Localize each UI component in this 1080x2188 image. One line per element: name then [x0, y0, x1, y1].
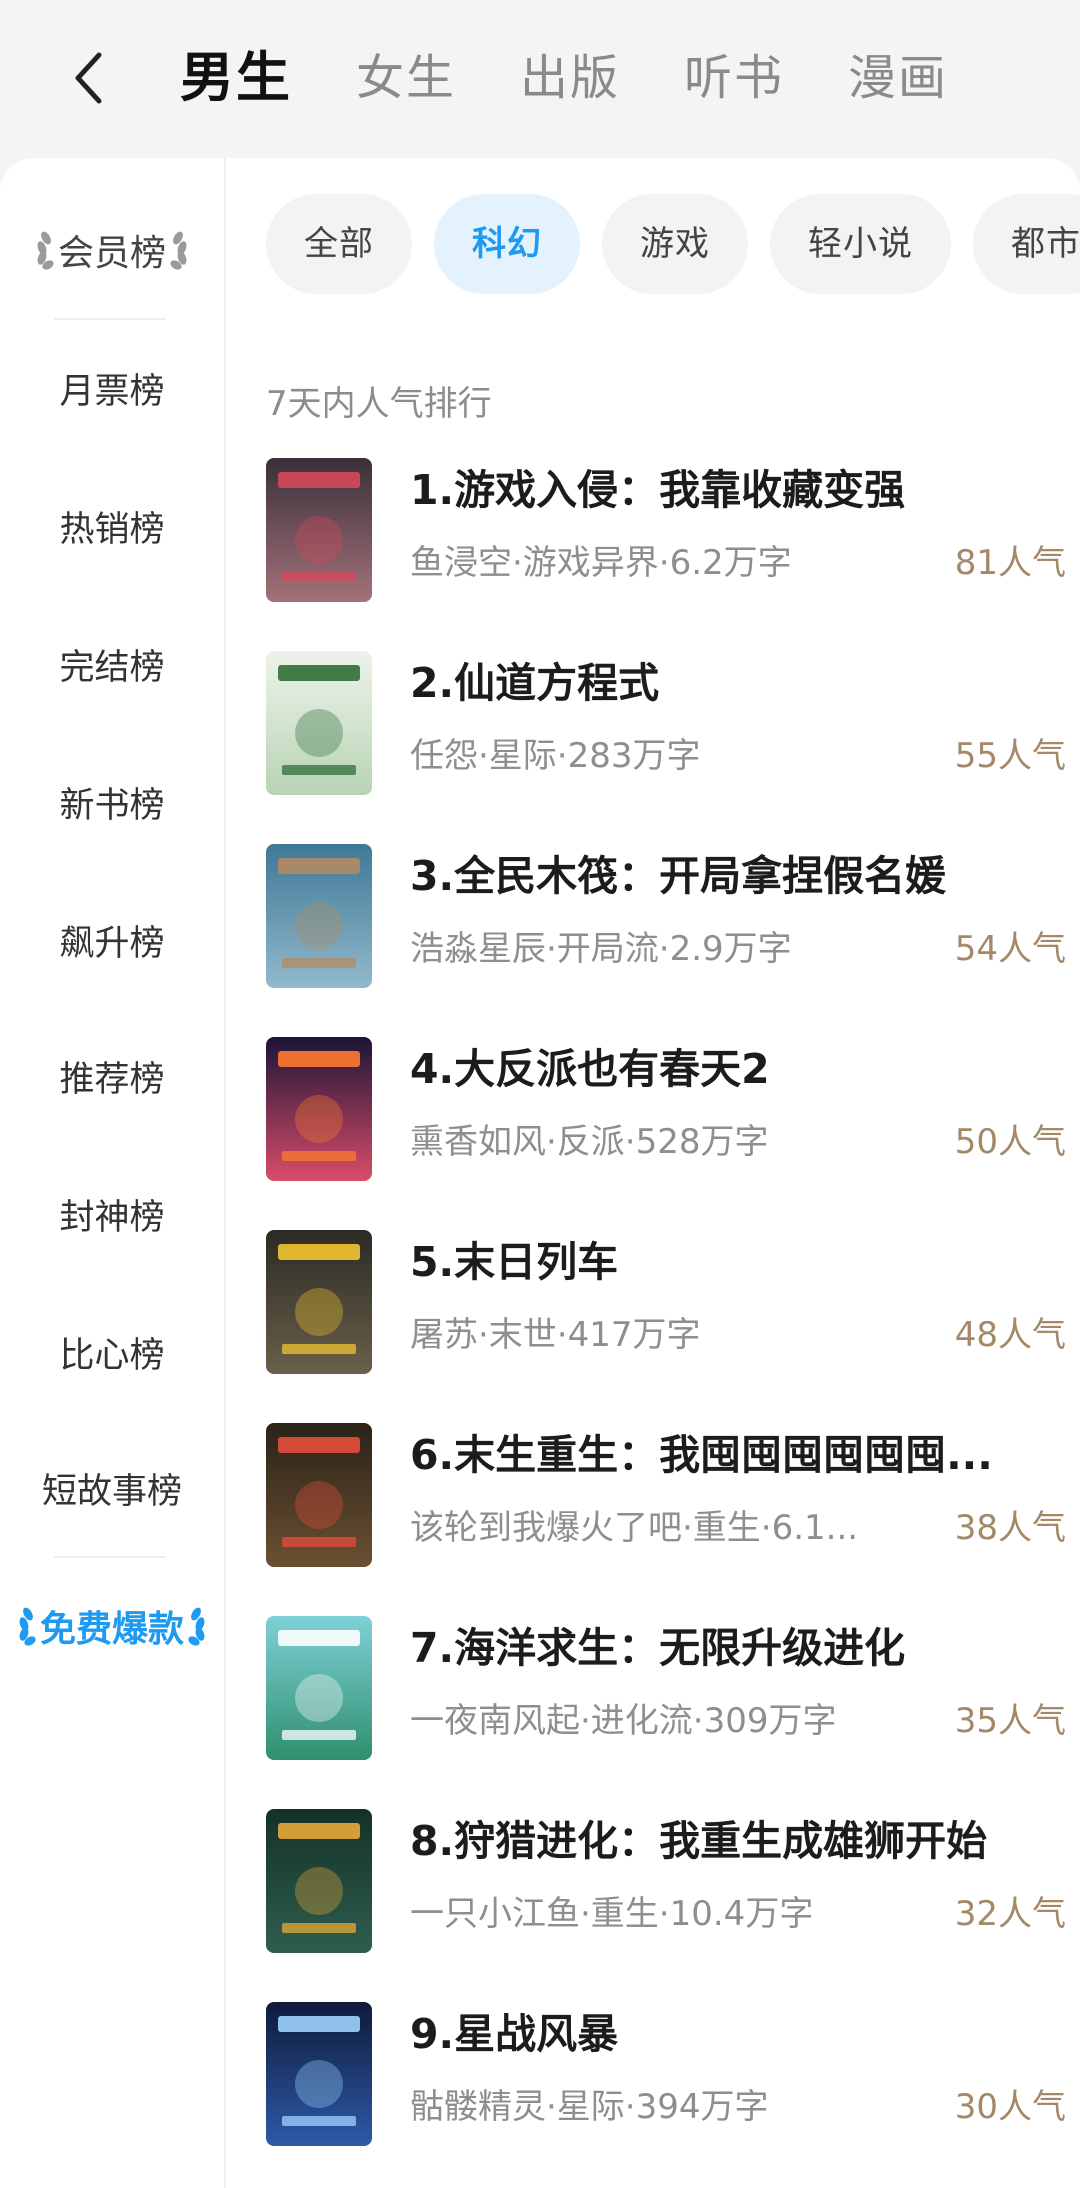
- popularity-count: 55人气: [954, 736, 1066, 776]
- chip-all[interactable]: 全部: [266, 194, 412, 294]
- back-arrow-icon[interactable]: [62, 48, 114, 108]
- book-meta: 骷髅精灵·星际·394万字: [410, 2087, 769, 2127]
- book-title: 7.海洋求生：无限升级进化: [410, 1624, 906, 1672]
- book-row[interactable]: 6.末生重生：我囤囤囤囤囤囤... 该轮到我爆火了吧·重生·6.1... 38人气: [266, 1423, 1066, 1573]
- sidebar-item-label: 推荐榜: [59, 1059, 165, 1100]
- book-cover[interactable]: [266, 1037, 372, 1181]
- sidebar-item-label: 比心榜: [59, 1335, 165, 1376]
- book-meta: 鱼浸空·游戏异界·6.2万字: [410, 543, 792, 583]
- sidebar-item-label: 封神榜: [59, 1197, 165, 1238]
- book-title: 3.全民木筏：开局拿捏假名媛: [410, 852, 947, 900]
- sidebar-item-label: 新书榜: [59, 785, 165, 826]
- book-cover[interactable]: [266, 1423, 372, 1567]
- laurel-right-icon: [170, 230, 192, 270]
- sidebar-item-label: 月票榜: [59, 371, 165, 412]
- laurel-right-icon: [188, 1606, 210, 1646]
- laurel-left-icon: [32, 230, 54, 270]
- book-row[interactable]: 1.游戏入侵：我靠收藏变强鱼浸空·游戏异界·6.2万字 81人气: [266, 458, 1066, 608]
- popularity-count: 35人气: [954, 1701, 1066, 1741]
- popularity-count: 50人气: [954, 1122, 1066, 1162]
- sidebar-item-label: 热销榜: [59, 509, 165, 550]
- popularity-count: 81人气: [954, 543, 1066, 583]
- chip-urban[interactable]: 都市: [973, 194, 1080, 294]
- book-title: 9.星战风暴: [410, 2010, 619, 2058]
- book-row[interactable]: 2.仙道方程式任怨·星际·283万字 55人气: [266, 651, 1066, 801]
- sidebar-item-legend[interactable]: 封神榜: [0, 1174, 224, 1254]
- tab-label: 漫画: [848, 50, 949, 106]
- tab-label: 男生: [180, 46, 292, 109]
- sidebar-item-heart[interactable]: 比心榜: [0, 1312, 224, 1392]
- book-cover[interactable]: [266, 651, 372, 795]
- book-cover[interactable]: [266, 1809, 372, 1953]
- ranking-main: 全部 科幻 游戏 轻小说 都市 7天内人气排行 1.游戏入侵：我靠收藏变强鱼浸空·游戏异…: [226, 158, 1080, 2188]
- popularity-count: 38人气: [954, 1508, 1066, 1548]
- book-row[interactable]: 4.大反派也有春天2 熏香如风·反派·528万字 50人气: [266, 1037, 1066, 1187]
- active-tab-indicator: [215, 119, 257, 174]
- popularity-count: 48人气: [954, 1315, 1066, 1355]
- sidebar-divider: [54, 1556, 166, 1558]
- sidebar-item-label: 短故事榜: [41, 1471, 182, 1512]
- sidebar-item-monthly-ticket[interactable]: 月票榜: [0, 348, 224, 428]
- sidebar-item-label: 会员榜: [57, 233, 166, 274]
- book-title: 8.狩猎进化：我重生成雄狮开始: [410, 1817, 988, 1865]
- chip-light-novel[interactable]: 轻小说: [770, 194, 951, 294]
- tab-comics[interactable]: 漫画: [848, 40, 948, 116]
- book-meta: 该轮到我爆火了吧·重生·6.1...: [410, 1508, 859, 1548]
- book-title: 5.末日列车: [410, 1238, 619, 1286]
- book-cover[interactable]: [266, 1616, 372, 1760]
- sidebar-divider: [54, 318, 166, 320]
- category-tabs: 男生 女生 出版 听书 漫画: [180, 40, 1012, 174]
- sidebar-item-bestseller[interactable]: 热销榜: [0, 486, 224, 566]
- book-meta: 浩淼星辰·开局流·2.9万字: [410, 929, 792, 969]
- sidebar-item-label: 免费爆款: [39, 1609, 184, 1650]
- section-title: 7天内人气排行: [266, 384, 492, 424]
- book-cover[interactable]: [266, 1230, 372, 1374]
- book-meta: 屠苏·末世·417万字: [410, 1315, 701, 1355]
- popularity-count: 54人气: [954, 929, 1066, 969]
- book-meta: 熏香如风·反派·528万字: [410, 1122, 769, 1162]
- book-cover[interactable]: [266, 458, 372, 602]
- book-row[interactable]: 5.末日列车屠苏·末世·417万字 48人气: [266, 1230, 1066, 1380]
- tab-label: 听书: [684, 50, 785, 106]
- chip-game[interactable]: 游戏: [602, 194, 748, 294]
- ranking-sidebar: 会员榜 月票榜 热销榜 完结榜 新书榜 飙升榜 推荐榜 封神榜 比心榜 短故事榜…: [0, 158, 226, 2188]
- tab-label: 女生: [356, 50, 457, 106]
- book-row[interactable]: 3.全民木筏：开局拿捏假名媛浩淼星辰·开局流·2.9万字 54人气: [266, 844, 1066, 994]
- book-title: 4.大反派也有春天2: [410, 1045, 770, 1093]
- sidebar-item-free-hits[interactable]: 免费爆款: [0, 1586, 224, 1666]
- tab-label: 出版: [520, 50, 621, 106]
- sidebar-item-label: 完结榜: [59, 647, 165, 688]
- book-meta: 任怨·星际·283万字: [410, 736, 701, 776]
- book-cover[interactable]: [266, 844, 372, 988]
- book-meta: 一只小江鱼·重生·10.4万字: [410, 1894, 814, 1934]
- content-panel: 会员榜 月票榜 热销榜 完结榜 新书榜 飙升榜 推荐榜 封神榜 比心榜 短故事榜…: [0, 158, 1080, 2188]
- tab-publishing[interactable]: 出版: [520, 40, 620, 116]
- book-row[interactable]: 9.星战风暴骷髅精灵·星际·394万字 30人气: [266, 2002, 1066, 2152]
- book-row[interactable]: 7.海洋求生：无限升级进化一夜南风起·进化流·309万字 35人气: [266, 1616, 1066, 1766]
- sidebar-item-completed[interactable]: 完结榜: [0, 624, 224, 704]
- sidebar-item-short-story[interactable]: 短故事榜: [0, 1448, 224, 1528]
- book-title: 1.游戏入侵：我靠收藏变强: [410, 466, 906, 514]
- sidebar-item-recommended[interactable]: 推荐榜: [0, 1036, 224, 1116]
- tab-male[interactable]: 男生: [180, 40, 292, 174]
- tab-female[interactable]: 女生: [356, 40, 456, 116]
- sidebar-item-member-rank[interactable]: 会员榜: [0, 210, 224, 290]
- sidebar-item-label: 飙升榜: [59, 923, 165, 964]
- book-row[interactable]: 8.狩猎进化：我重生成雄狮开始一只小江鱼·重生·10.4万字 32人气: [266, 1809, 1066, 1959]
- book-cover[interactable]: [266, 2002, 372, 2146]
- top-bar: 男生 女生 出版 听书 漫画: [0, 0, 1080, 174]
- tab-audiobook[interactable]: 听书: [684, 40, 784, 116]
- book-title: 6.末生重生：我囤囤囤囤囤囤...: [410, 1431, 993, 1479]
- sidebar-item-new-books[interactable]: 新书榜: [0, 762, 224, 842]
- genre-filter-chips: 全部 科幻 游戏 轻小说 都市: [266, 194, 1080, 294]
- laurel-left-icon: [14, 1606, 36, 1646]
- book-meta: 一夜南风起·进化流·309万字: [410, 1701, 837, 1741]
- popularity-count: 32人气: [954, 1894, 1066, 1934]
- chip-scifi[interactable]: 科幻: [434, 194, 580, 294]
- sidebar-item-rising[interactable]: 飙升榜: [0, 900, 224, 980]
- book-title: 2.仙道方程式: [410, 659, 660, 707]
- popularity-count: 30人气: [954, 2087, 1066, 2127]
